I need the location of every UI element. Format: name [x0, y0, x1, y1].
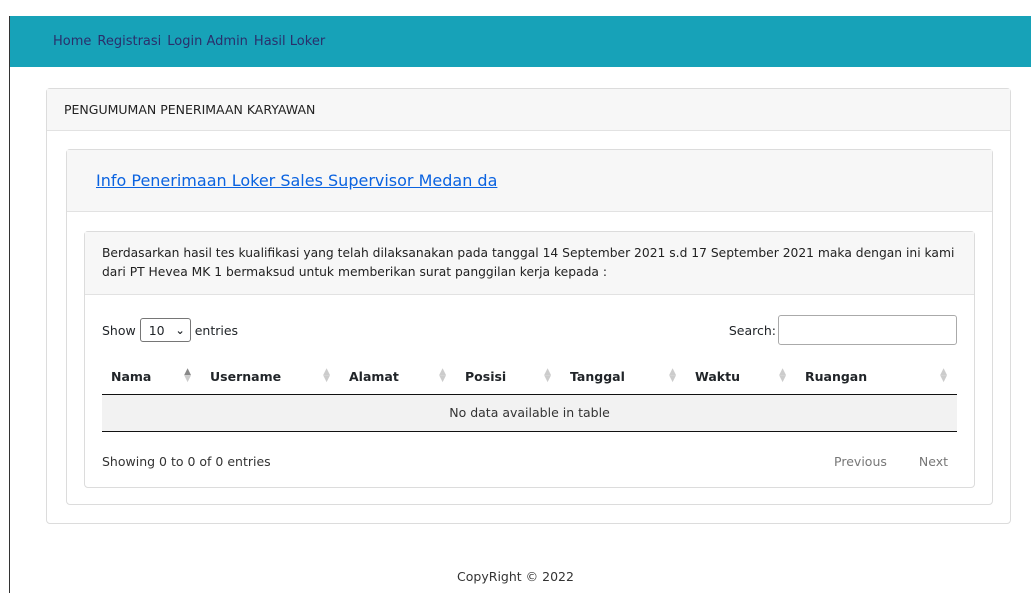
chevron-down-icon: ⌄ [175, 323, 185, 337]
column-header-username[interactable]: Username ▲ ▼ [201, 360, 340, 395]
panel-title: PENGUMUMAN PENERIMAAN KARYAWAN [47, 89, 1010, 131]
sort-icon: ▲ ▼ [779, 367, 786, 384]
navbar: Home Registrasi Login Admin Hasil Loker [10, 16, 1031, 67]
page-length-select[interactable]: 10 ⌄ [139, 318, 191, 342]
announcement-card: Info Penerimaan Loker Sales Supervisor M… [66, 149, 993, 505]
sort-icon: ▲ ▼ [669, 367, 676, 384]
column-header-waktu[interactable]: Waktu ▲ ▼ [686, 360, 796, 395]
show-label: Show [102, 322, 136, 338]
pagination: Previous Next [834, 454, 948, 469]
announcement-body: Berdasarkan hasil tes kualifikasi yang t… [85, 232, 974, 295]
nav-login-admin-link[interactable]: Login Admin [167, 34, 248, 49]
results-card: Berdasarkan hasil tes kualifikasi yang t… [84, 231, 975, 488]
column-header-ruangan[interactable]: Ruangan ▲ ▼ [796, 360, 957, 395]
column-header-alamat[interactable]: Alamat ▲ ▼ [340, 360, 456, 395]
search-label: Search: [728, 322, 776, 338]
table-controls: Show 10 ⌄ entries Search: [102, 315, 957, 347]
announcement-title-link[interactable]: Info Penerimaan Loker Sales Supervisor M… [96, 171, 497, 190]
footer-copyright: CopyRight © 2022 [457, 569, 574, 584]
column-header-posisi[interactable]: Posisi ▲ ▼ [456, 360, 561, 395]
next-page-button[interactable]: Next [919, 454, 948, 469]
table-info: Showing 0 to 0 of 0 entries [102, 454, 271, 469]
sort-ascending-icon: ▲ ▼ [184, 367, 191, 384]
previous-page-button[interactable]: Previous [834, 454, 887, 469]
entries-label: entries [194, 322, 239, 338]
window-left-border [9, 16, 10, 593]
page-length-control: Show 10 ⌄ entries [102, 315, 238, 345]
sort-icon: ▲ ▼ [940, 367, 947, 384]
empty-table-message: No data available in table [102, 394, 957, 432]
sort-icon: ▲ ▼ [323, 367, 330, 384]
results-table: Nama ▲▼ Username ▲▼ Alamat ▲▼ Posisi [102, 360, 957, 432]
sort-icon: ▲ ▼ [439, 367, 446, 384]
nav-hasil-loker-link[interactable]: Hasil Loker [254, 34, 325, 49]
column-header-nama[interactable]: Nama ▲ ▼ [102, 360, 201, 395]
column-header-tanggal[interactable]: Tanggal ▲ ▼ [561, 360, 686, 395]
announcement-panel: PENGUMUMAN PENERIMAAN KARYAWAN Info Pene… [46, 88, 1011, 524]
announcement-card-header: Info Penerimaan Loker Sales Supervisor M… [67, 150, 992, 212]
nav-home-link[interactable]: Home [53, 34, 91, 49]
table-header-row: Nama ▲▼ Username ▲▼ Alamat ▲▼ Posisi [102, 360, 957, 395]
search-input[interactable] [778, 315, 957, 345]
nav-registrasi-link[interactable]: Registrasi [97, 34, 161, 49]
table-row: No data available in table [102, 394, 957, 432]
window-top-strip [0, 0, 1031, 16]
search-control: Search: [729, 315, 957, 345]
page-length-value: 10 [148, 322, 165, 338]
sort-icon: ▲ ▼ [544, 367, 551, 384]
